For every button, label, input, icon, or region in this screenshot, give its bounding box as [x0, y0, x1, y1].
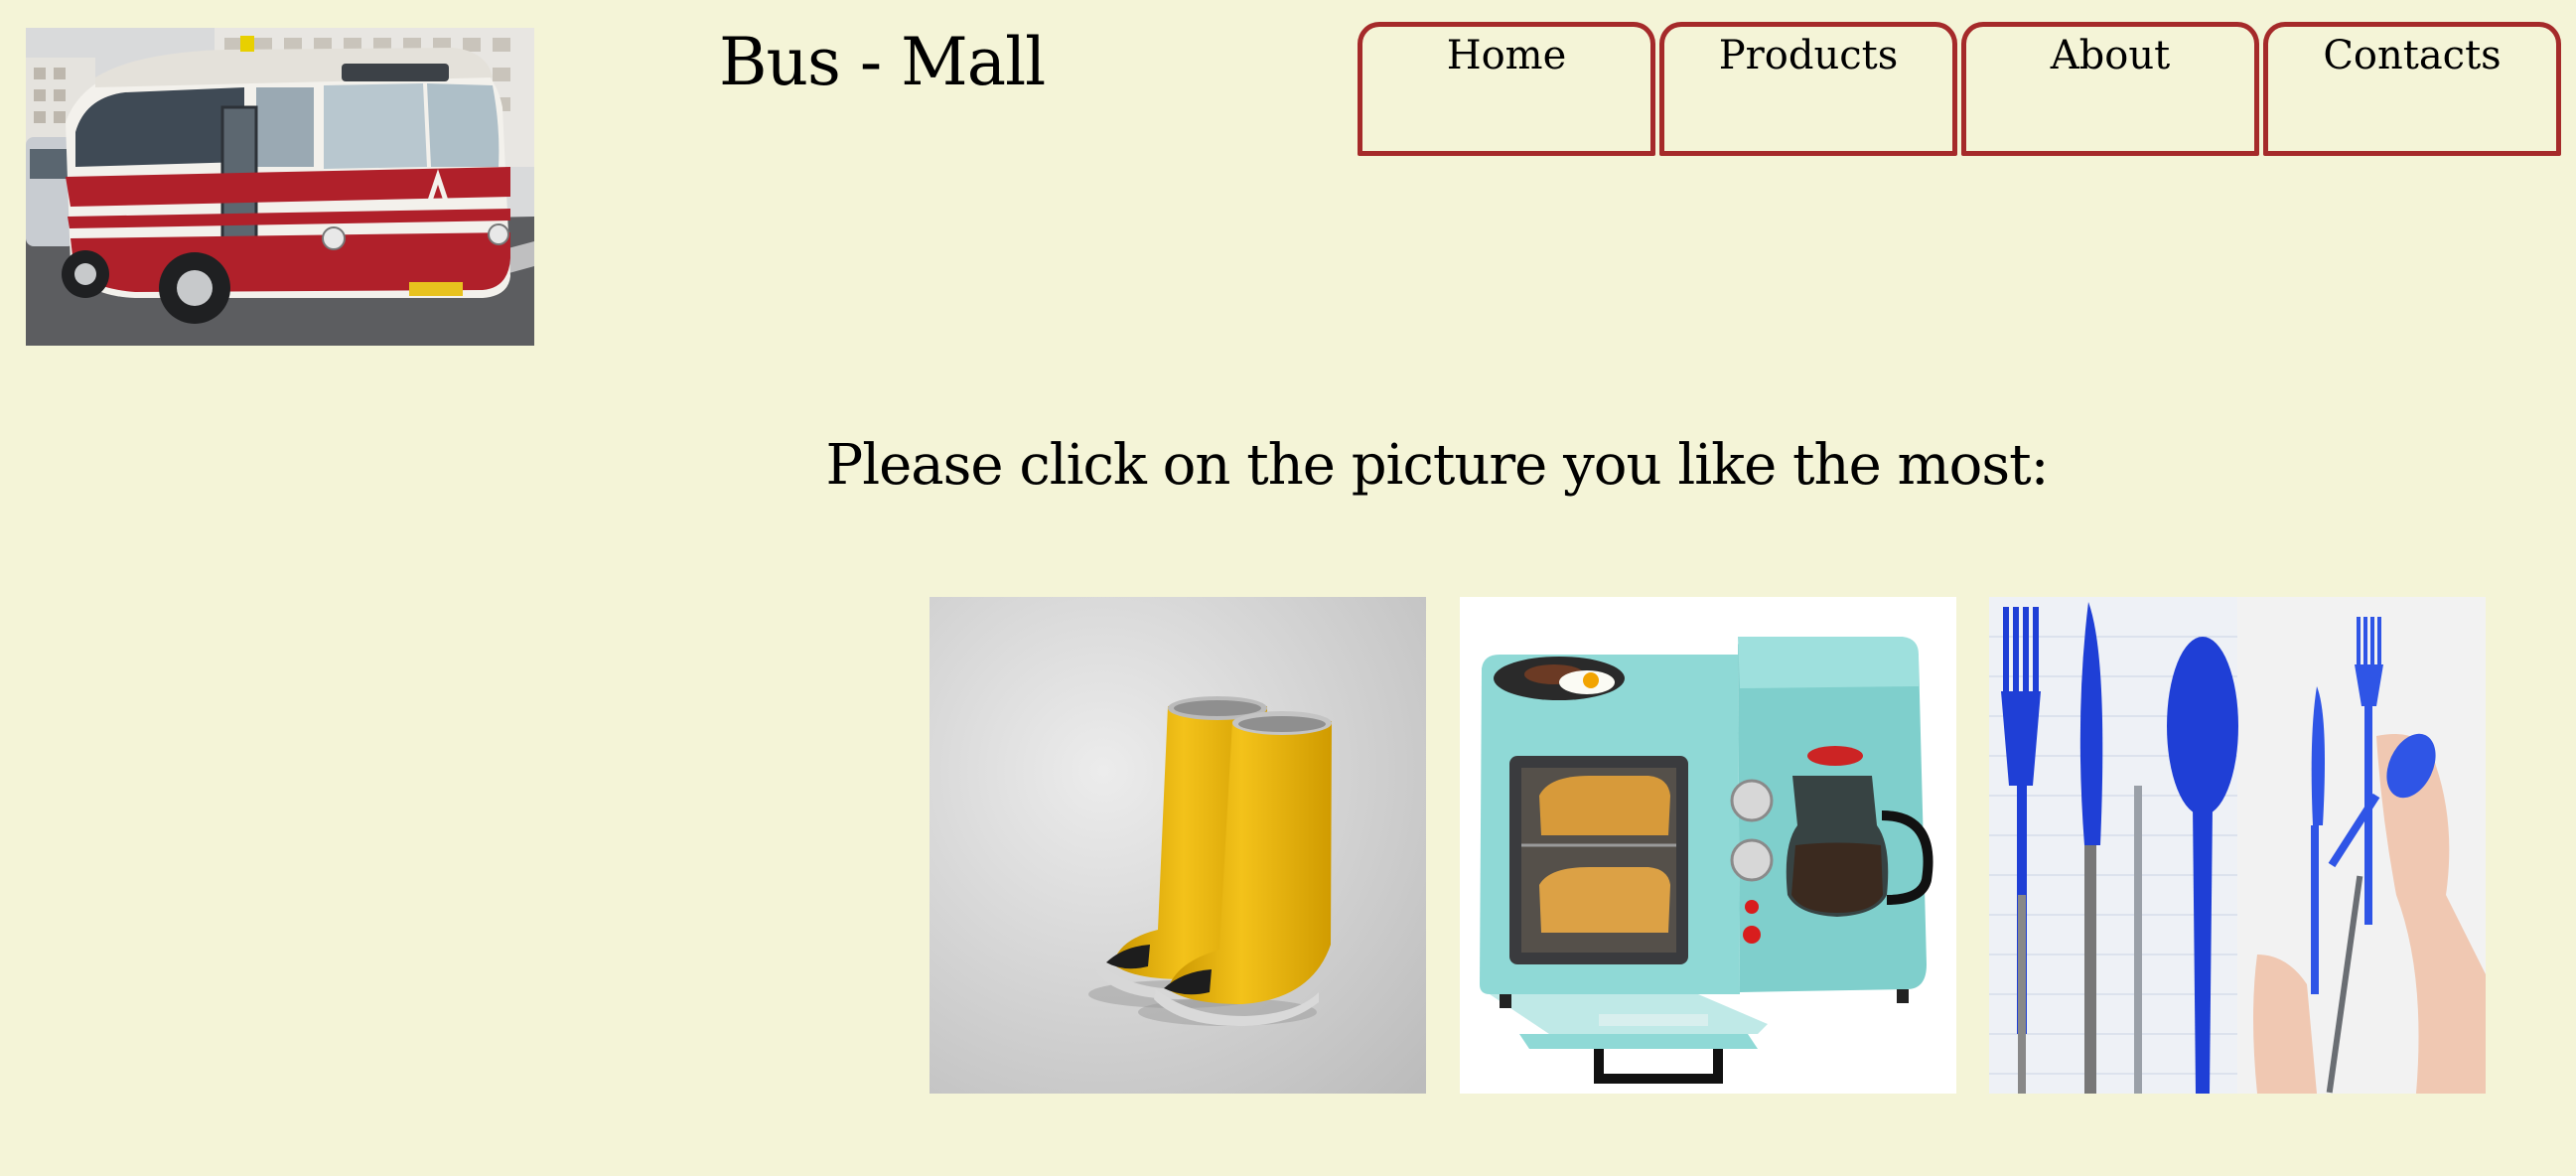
- breakfast-station-icon: [1460, 597, 1956, 1094]
- nav-home-tab[interactable]: Home: [1358, 22, 1655, 156]
- vote-prompt: Please click on the picture you like the…: [825, 433, 2050, 498]
- main-nav: Home Products About Contacts: [1358, 22, 2561, 156]
- cutlery-pen-icon: [1989, 597, 2486, 1094]
- product-breakfast-image[interactable]: [1460, 597, 1956, 1094]
- product-pen-image[interactable]: [1989, 597, 2486, 1094]
- nav-about-tab[interactable]: About: [1961, 22, 2259, 156]
- bus-logo-image: [26, 28, 534, 346]
- bus-icon: [26, 28, 534, 346]
- nav-contacts-tab[interactable]: Contacts: [2263, 22, 2561, 156]
- site-title: Bus - Mall: [719, 24, 1046, 100]
- product-boots-image[interactable]: [930, 597, 1426, 1094]
- nav-products-tab[interactable]: Products: [1659, 22, 1957, 156]
- rubber-boots-icon: [930, 597, 1426, 1094]
